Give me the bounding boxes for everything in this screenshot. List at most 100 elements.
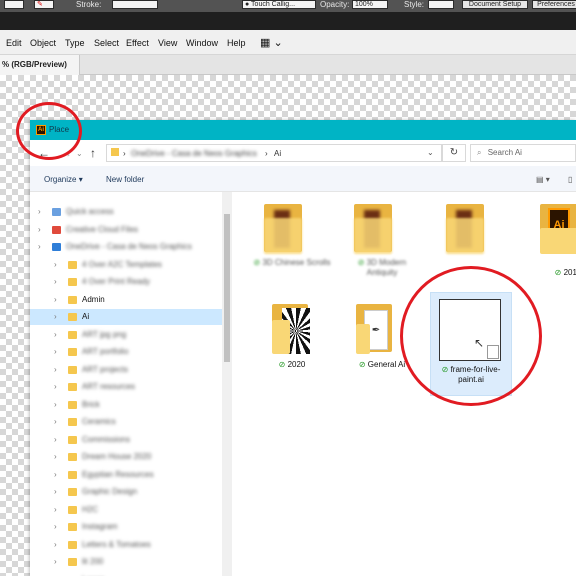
menu-window[interactable]: Window: [186, 38, 218, 48]
expand-chevron-icon[interactable]: ›: [54, 540, 57, 549]
opacity-label: Opacity:: [320, 0, 350, 9]
expand-chevron-icon[interactable]: ›: [54, 382, 57, 391]
document-setup-button[interactable]: Document Setup: [462, 0, 528, 9]
document-tab[interactable]: % (RGB/Preview): [0, 55, 80, 75]
folder-item[interactable]: ⊘ 3D Modern Antiquity: [342, 198, 422, 298]
menu-effect[interactable]: Effect: [126, 38, 149, 48]
refresh-icon[interactable]: ↻: [442, 144, 466, 162]
breadcrumb-parent[interactable]: OneDrive - Casa de Neos Graphics: [131, 149, 257, 158]
opacity-field[interactable]: 100%: [352, 0, 388, 9]
tree-item[interactable]: › 4 Over Print Ready: [30, 274, 222, 290]
search-input[interactable]: ⌕ Search Ai: [470, 144, 576, 162]
organize-button[interactable]: Organize ▾: [44, 175, 83, 184]
folder-label: ⊘ 2020: [278, 360, 306, 369]
expand-chevron-icon[interactable]: ›: [54, 365, 57, 374]
folder-icon: [68, 348, 77, 356]
expand-chevron-icon[interactable]: ›: [54, 260, 57, 269]
expand-chevron-icon[interactable]: ›: [54, 312, 57, 321]
tree-item-label: Brick: [82, 399, 100, 409]
tree-item[interactable]: ›Lorem: [30, 572, 222, 576]
tree-item[interactable]: › Letters & Tomatoes: [30, 537, 222, 553]
tree-item[interactable]: › lit 200: [30, 554, 222, 570]
folder-icon: [68, 488, 77, 496]
tree-item[interactable]: › ART jpg png: [30, 327, 222, 343]
expand-chevron-icon[interactable]: ›: [54, 557, 57, 566]
folder-item[interactable]: ⊘ 2020: [252, 298, 332, 398]
tree-item[interactable]: › 4 Over A2C Templates: [30, 257, 222, 273]
address-bar[interactable]: › OneDrive - Casa de Neos Graphics › Ai …: [106, 144, 442, 162]
menu-select[interactable]: Select: [94, 38, 119, 48]
scrollbar-thumb[interactable]: [224, 214, 230, 362]
folder-front: [272, 320, 290, 354]
tree-item-label: ART projects: [82, 364, 128, 374]
expand-chevron-icon[interactable]: ›: [54, 487, 57, 496]
tree-item[interactable]: › Dream House 2020: [30, 449, 222, 465]
expand-chevron-icon[interactable]: ›: [54, 277, 57, 286]
tree-item[interactable]: › ART portfolio: [30, 344, 222, 360]
tree-item[interactable]: › ART resources: [30, 379, 222, 395]
chevron-down-icon[interactable]: ⌄: [427, 148, 434, 157]
workspace-switcher-icon[interactable]: ▦ ⌄: [260, 36, 283, 49]
folder-item[interactable]: ⊘ 3D Chinese Scrolls: [252, 198, 332, 298]
expand-chevron-icon[interactable]: ›: [54, 330, 57, 339]
menu-edit[interactable]: Edit: [6, 38, 22, 48]
expand-chevron-icon[interactable]: ›: [54, 470, 57, 479]
up-arrow-icon[interactable]: ↑: [90, 146, 96, 160]
menu-view[interactable]: View: [158, 38, 177, 48]
style-label: Style:: [404, 0, 425, 9]
view-options-icon[interactable]: ▤ ▾: [536, 175, 550, 184]
tree-item[interactable]: › Ai: [30, 309, 222, 325]
preferences-button[interactable]: Preferences: [532, 0, 576, 9]
tree-item[interactable]: › H2C: [30, 502, 222, 518]
tree-item[interactable]: › ART projects: [30, 362, 222, 378]
tree-item-label: Dream House 2020: [82, 452, 152, 461]
tree-item[interactable]: › Ceramics: [30, 414, 222, 430]
expand-chevron-icon[interactable]: ›: [38, 207, 41, 216]
tree-item-label: OneDrive - Casa de Neos Graphics: [66, 242, 192, 251]
dialog-toolbar: Organize ▾ New folder ▤ ▾ ▯: [30, 166, 576, 192]
menu-type[interactable]: Type: [65, 38, 85, 48]
folder-front: [354, 218, 392, 254]
tree-item[interactable]: › Commissions: [30, 432, 222, 448]
expand-chevron-icon[interactable]: ›: [54, 347, 57, 356]
tree-item[interactable]: › OneDrive - Casa de Neos Graphics: [30, 239, 222, 255]
brush-dropdown[interactable]: ● Touch Callig...: [242, 0, 316, 9]
breadcrumb-separator-icon: ›: [123, 149, 126, 158]
menu-object[interactable]: Object: [30, 38, 56, 48]
style-swatch[interactable]: [428, 0, 454, 9]
tree-item[interactable]: › Quick access: [30, 204, 222, 220]
expand-chevron-icon[interactable]: ›: [54, 400, 57, 409]
folder-item[interactable]: Ai ⊘ 2019: [528, 198, 576, 298]
stroke-swatch[interactable]: ✎: [34, 0, 54, 9]
annotation-circle: [16, 102, 82, 160]
tree-item[interactable]: › Instagram: [30, 519, 222, 535]
tree-item[interactable]: › Admin: [30, 292, 222, 308]
folder-icon: [68, 400, 77, 409]
tree-scrollbar[interactable]: [222, 192, 232, 576]
new-folder-button[interactable]: New folder: [106, 175, 144, 184]
tree-item[interactable]: › Graphic Design: [30, 484, 222, 500]
expand-chevron-icon[interactable]: ›: [54, 295, 57, 304]
expand-chevron-icon[interactable]: ›: [54, 522, 57, 531]
tree-item[interactable]: › Creative Cloud Files: [30, 222, 222, 238]
expand-chevron-icon[interactable]: ›: [38, 242, 41, 251]
preview-pane-icon[interactable]: ▯: [568, 175, 572, 184]
expand-chevron-icon[interactable]: ›: [54, 505, 57, 514]
expand-chevron-icon[interactable]: ›: [54, 452, 57, 461]
sync-ok-icon: ⊘: [358, 360, 366, 369]
tree-item-label: Commissions: [82, 434, 131, 444]
menu-help[interactable]: Help: [227, 38, 246, 48]
tree-item[interactable]: › Brick: [30, 397, 222, 413]
breadcrumb-current[interactable]: Ai: [274, 149, 281, 158]
stroke-weight-field[interactable]: [112, 0, 158, 9]
recent-locations-icon[interactable]: ⌄: [76, 149, 83, 158]
fill-swatch[interactable]: [4, 0, 24, 9]
tree-item-label: Ai: [82, 312, 90, 321]
folder-icon: [68, 295, 77, 304]
expand-chevron-icon[interactable]: ›: [38, 225, 41, 234]
expand-chevron-icon[interactable]: ›: [54, 417, 57, 426]
navigation-bar: ← → ⌄ ↑ › OneDrive - Casa de Neos Graphi…: [30, 140, 576, 166]
expand-chevron-icon[interactable]: ›: [54, 435, 57, 444]
tree-item[interactable]: › Egyptian Resources: [30, 467, 222, 483]
folder-front: [446, 218, 484, 254]
